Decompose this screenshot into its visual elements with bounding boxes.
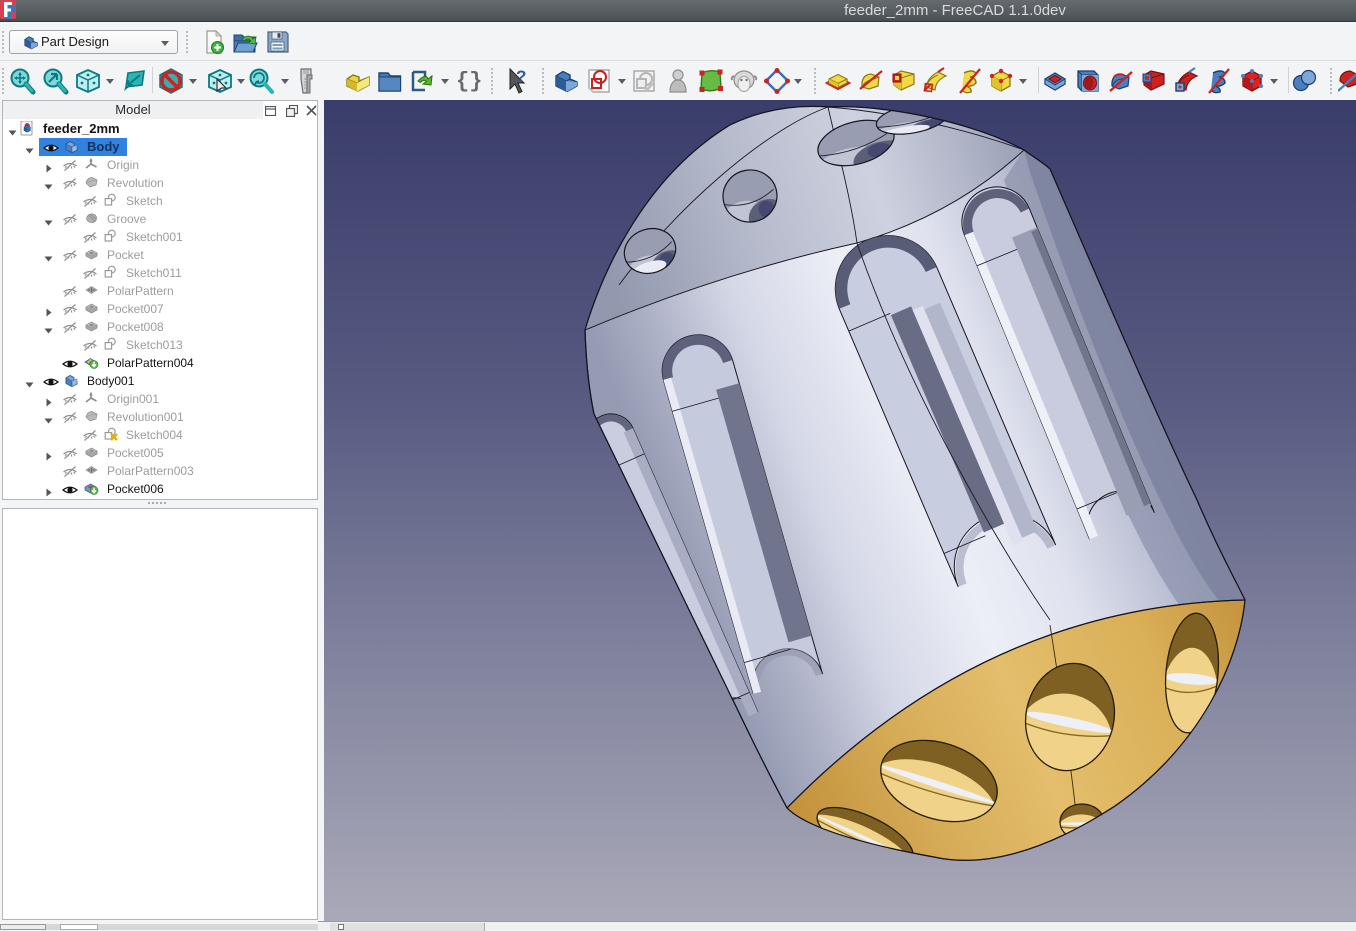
- svg-text:?: ?: [516, 67, 526, 86]
